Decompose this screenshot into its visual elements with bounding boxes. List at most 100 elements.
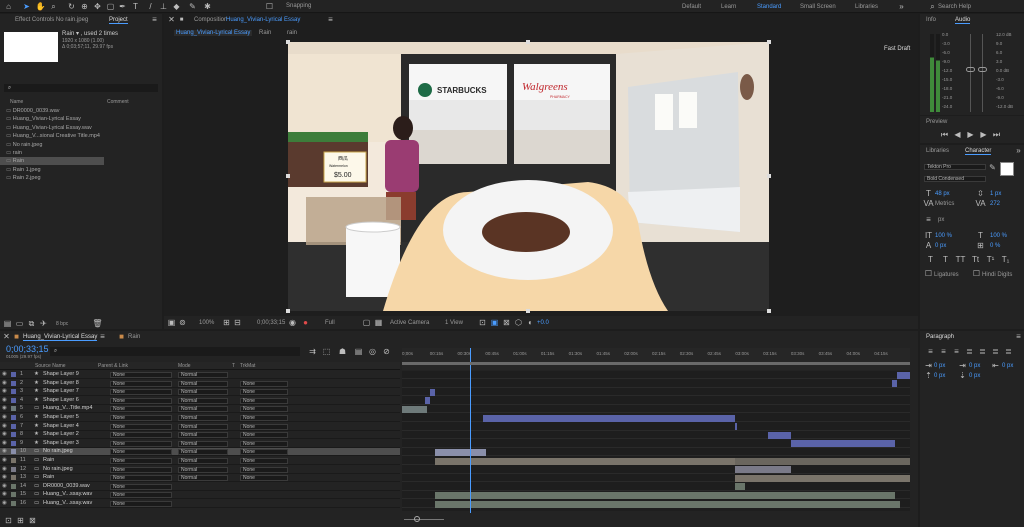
align-left-icon[interactable]: ≡ [926, 347, 935, 356]
exposure-icon[interactable]: ◐ [526, 318, 535, 327]
mode-select[interactable]: Normal [178, 372, 228, 378]
layer-search[interactable]: ⌕ [50, 347, 300, 356]
mode-select[interactable]: Normal [178, 389, 228, 396]
layer-bar[interactable] [483, 414, 735, 422]
label-color-swatch[interactable] [11, 423, 16, 429]
kerning-value[interactable]: Metrics [935, 201, 954, 207]
layer-row[interactable]: 10 ▭ No rain.jpeg None Normal None ◉ [0, 448, 400, 457]
project-item[interactable]: ▭ DR0000_0039.wav [0, 107, 104, 115]
zoom-level[interactable]: 100% [199, 320, 214, 326]
col-parent-link[interactable]: Parent & Link [98, 363, 128, 369]
mode-select[interactable]: Normal [178, 440, 228, 447]
layer-name[interactable]: Huang_V...ssay.wav [43, 500, 92, 507]
parent-select[interactable]: None [110, 458, 172, 464]
label-color-swatch[interactable] [11, 380, 16, 386]
layer-name[interactable]: Huang_V...Title.mp4 [43, 405, 92, 412]
eraser-tool-icon[interactable]: ◆ [172, 2, 181, 11]
lock-icon[interactable]: ■ [177, 15, 186, 24]
tab-character[interactable]: Character [965, 148, 992, 155]
col-t[interactable]: T [232, 363, 235, 369]
eye-icon[interactable]: ◉ [2, 380, 7, 387]
eye-icon[interactable]: ◉ [2, 371, 7, 378]
eye-icon[interactable]: ◉ [2, 491, 7, 498]
workspace-libraries[interactable]: Libraries [855, 4, 878, 10]
timeline-tab-main[interactable]: Huang_Vivian-Lyrical Essay [23, 334, 98, 341]
panel-menu-icon[interactable]: ≡ [1014, 332, 1023, 341]
new-comp-icon[interactable]: ⧉ [27, 319, 36, 328]
col-trkmat[interactable]: TrkMat [240, 363, 255, 369]
tab-info[interactable]: Info [926, 17, 936, 23]
leading-value[interactable]: 1 px [990, 191, 1001, 197]
home-icon[interactable]: ⌂ [4, 2, 13, 11]
layer-bar[interactable] [892, 380, 898, 388]
project-item[interactable]: ▭ Huang_V...sional Creative Title.mp4 [0, 132, 104, 140]
layer-row[interactable]: 13 ▭ Rain None Normal None ◉ [0, 474, 400, 483]
layer-name[interactable]: Shape Layer 7 [43, 388, 79, 395]
layer-name[interactable]: Shape Layer 6 [43, 397, 79, 404]
pan-behind-tool-icon[interactable]: ✥ [93, 2, 102, 11]
eye-icon[interactable]: ◉ [2, 466, 7, 473]
tab-effect-controls[interactable]: Effect Controls No rain.jpeg [15, 17, 88, 23]
search-icon[interactable]: ⌕ [928, 2, 937, 11]
trkmat-select[interactable]: None [240, 440, 288, 447]
puppet-tool-icon[interactable]: ✱ [203, 2, 212, 11]
label-color-swatch[interactable] [11, 501, 16, 506]
layer-bar[interactable] [424, 397, 430, 405]
layer-name[interactable]: No rain.jpeg [43, 448, 73, 455]
parent-select[interactable]: None [110, 406, 172, 413]
col-mode[interactable]: Mode [178, 363, 191, 369]
comp-tab-main[interactable]: Huang_Vivian-Lyrical Essay [174, 30, 253, 36]
mode-select[interactable]: Normal [178, 423, 228, 430]
comp-tab-rain[interactable]: Rain [259, 30, 271, 36]
timeline-timecode[interactable]: 0;00;33;15 [6, 344, 49, 354]
audio-slider-left[interactable] [970, 34, 971, 112]
parent-select[interactable]: None [110, 466, 172, 473]
layer-row[interactable]: 2 ★ Shape Layer 8 None Normal None ◉ [0, 380, 400, 388]
mode-select[interactable]: Normal [178, 406, 228, 413]
layer-bar[interactable] [402, 405, 428, 413]
mask-visibility-icon[interactable]: ⊚ [178, 318, 187, 327]
hand-tool-icon[interactable]: ✋ [36, 2, 46, 11]
layer-row[interactable]: 14 ▭ DR0000_0039.wav None ◉ [0, 483, 400, 491]
panel-menu-icon[interactable]: ≡ [326, 15, 335, 24]
project-item[interactable]: ▭ Rain 2.jpeg [0, 174, 104, 182]
layer-row[interactable]: 12 ▭ No rain.jpeg None Normal None ◉ [0, 466, 400, 474]
audio-slider-right[interactable] [982, 34, 983, 112]
mode-select[interactable]: Normal [178, 466, 228, 473]
layer-name[interactable]: Shape Layer 5 [43, 414, 79, 421]
quality-select[interactable]: Full [325, 320, 335, 326]
label-color-swatch[interactable] [11, 389, 16, 395]
type-tool-icon[interactable]: T [131, 2, 140, 11]
play-icon[interactable]: ▶ [966, 130, 975, 139]
mode-select[interactable]: Normal [178, 415, 228, 421]
tab-project[interactable]: Project [109, 17, 128, 24]
region-icon[interactable]: ⊟ [233, 318, 242, 327]
trkmat-select[interactable]: None [240, 389, 288, 396]
comp-viewer-scene[interactable]: STARBUCKS Walgreens PHARMACY 西瓜 Watermel… [288, 42, 769, 311]
workspace-learn[interactable]: Learn [721, 4, 736, 10]
layer-bar[interactable] [429, 388, 436, 396]
space-after-value[interactable]: 0 px [969, 373, 980, 379]
camera-select[interactable]: Active Camera [390, 320, 429, 326]
layer-bar[interactable] [734, 466, 791, 474]
graph-editor-icon[interactable]: ⊘ [382, 347, 391, 356]
text-style-button[interactable]: TT [956, 255, 966, 264]
channel-icon[interactable]: ● [301, 318, 310, 327]
eye-icon[interactable]: ◉ [2, 500, 7, 507]
eye-icon[interactable]: ◉ [2, 440, 7, 447]
parent-select[interactable]: None [110, 380, 172, 387]
column-name[interactable]: Name [10, 99, 23, 105]
layer-name[interactable]: Shape Layer 3 [43, 440, 79, 447]
trkmat-select[interactable]: None [240, 466, 288, 473]
indent-first-value[interactable]: 0 px [969, 363, 980, 369]
layer-row[interactable]: 1 ★ Shape Layer 9 None Normal ◉ [0, 371, 400, 379]
transparency-grid-icon[interactable]: ▦ [374, 318, 383, 327]
mode-select[interactable]: Normal [178, 397, 228, 404]
workspace-small-screen[interactable]: Small Screen [800, 4, 836, 10]
pen-tool-icon[interactable]: ✒ [118, 2, 127, 11]
timeline-icon[interactable]: ⊠ [502, 318, 511, 327]
snapping-checkbox-icon[interactable]: ☐ [265, 2, 274, 11]
label-color-swatch[interactable] [11, 466, 16, 472]
layer-bar[interactable] [790, 440, 895, 448]
justify-center-icon[interactable]: ≣ [978, 347, 987, 356]
